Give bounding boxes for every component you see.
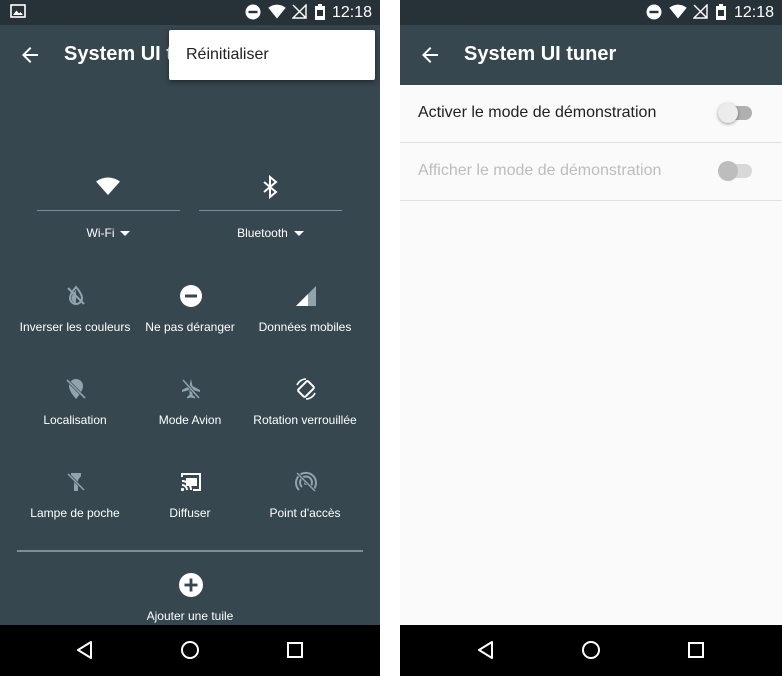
no-signal-icon xyxy=(292,4,307,19)
tile-label: Rotation verrouillée xyxy=(253,413,357,427)
status-bar: 12:18 xyxy=(0,0,380,25)
show-demo-switch xyxy=(718,161,752,181)
setting-label: Afficher le mode de démonstration xyxy=(418,162,662,179)
do-not-disturb-status-icon xyxy=(245,4,261,20)
cast-icon xyxy=(180,473,201,492)
left-screen: 12:18 System UI t Réinitialiser Wi-Fi Bl… xyxy=(0,0,380,676)
location-off-icon xyxy=(65,378,87,400)
add-circle-icon xyxy=(179,573,203,597)
setting-enable-demo-mode[interactable]: Activer le mode de démonstration xyxy=(400,85,782,143)
back-arrow-icon[interactable] xyxy=(418,43,442,67)
nav-home-icon[interactable] xyxy=(178,638,202,662)
qs-wifi[interactable]: Wi-Fi xyxy=(37,172,180,262)
tile-location[interactable]: Localisation xyxy=(15,377,135,437)
wifi-status-icon xyxy=(268,4,286,19)
status-clock: 12:18 xyxy=(733,4,774,21)
back-arrow-icon[interactable] xyxy=(18,43,42,67)
tile-flashlight[interactable]: Lampe de poche xyxy=(15,470,135,530)
tile-mobile-data[interactable]: Données mobiles xyxy=(245,284,365,344)
page-title: System UI t xyxy=(64,43,173,65)
enable-demo-switch[interactable] xyxy=(718,103,752,123)
wifi-icon xyxy=(96,177,120,195)
page-title: System UI tuner xyxy=(464,43,617,65)
tile-label: Point d'accès xyxy=(269,506,341,520)
nav-recents-icon[interactable] xyxy=(684,638,708,662)
battery-icon xyxy=(315,4,325,20)
nav-back-icon[interactable] xyxy=(73,638,97,662)
nav-recents-icon[interactable] xyxy=(283,638,307,662)
bluetooth-icon xyxy=(263,174,278,200)
do-not-disturb-status-icon xyxy=(646,4,662,20)
airplane-icon xyxy=(181,379,201,399)
tile-cast[interactable]: Diffuser xyxy=(130,470,250,530)
rotation-icon xyxy=(296,378,316,400)
do-not-disturb-icon xyxy=(180,285,202,307)
image-notification-icon xyxy=(10,4,26,18)
nav-bar xyxy=(0,625,380,676)
status-clock: 12:18 xyxy=(331,4,372,21)
switch-thumb xyxy=(718,103,738,123)
hotspot-icon xyxy=(295,471,317,493)
tile-do-not-disturb[interactable]: Ne pas déranger xyxy=(130,284,250,344)
flashlight-icon xyxy=(66,472,86,492)
wifi-status-icon xyxy=(669,4,687,19)
tile-invert-colors[interactable]: Inverser les couleurs xyxy=(15,284,135,344)
add-tile-label: Ajouter une tuile xyxy=(146,609,234,623)
dropdown-caret-icon xyxy=(293,231,304,237)
qs-wifi-label: Wi-Fi xyxy=(37,226,180,240)
overflow-menu: Réinitialiser xyxy=(169,30,375,80)
status-bar: 12:18 xyxy=(400,0,782,25)
invert-colors-icon xyxy=(67,285,85,305)
qs-bluetooth[interactable]: Bluetooth xyxy=(199,172,342,262)
no-signal-icon xyxy=(693,4,708,19)
dropdown-caret-icon xyxy=(120,231,131,237)
tiles-divider xyxy=(17,550,363,552)
tile-rotation[interactable]: Rotation verrouillée xyxy=(245,377,365,437)
qs-bluetooth-label: Bluetooth xyxy=(199,226,342,240)
setting-label: Activer le mode de démonstration xyxy=(418,104,657,121)
setting-show-demo-mode: Afficher le mode de démonstration xyxy=(400,143,782,201)
tile-hotspot[interactable]: Point d'accès xyxy=(245,470,365,530)
qs-divider xyxy=(37,210,180,211)
switch-thumb xyxy=(718,161,738,181)
qs-divider xyxy=(199,210,342,211)
toolbar: System UI tuner xyxy=(400,25,782,85)
nav-back-icon[interactable] xyxy=(474,638,498,662)
mobile-data-icon xyxy=(296,286,316,306)
nav-bar xyxy=(400,625,782,676)
menu-item-reset[interactable]: Réinitialiser xyxy=(186,46,269,64)
nav-home-icon[interactable] xyxy=(579,638,603,662)
battery-icon xyxy=(716,4,726,20)
tile-label: Données mobiles xyxy=(258,320,352,334)
right-screen: 12:18 System UI tuner Activer le mode de… xyxy=(400,0,782,676)
add-tile-button[interactable]: Ajouter une tuile xyxy=(130,573,250,633)
tile-airplane[interactable]: Mode Avion xyxy=(130,377,250,437)
